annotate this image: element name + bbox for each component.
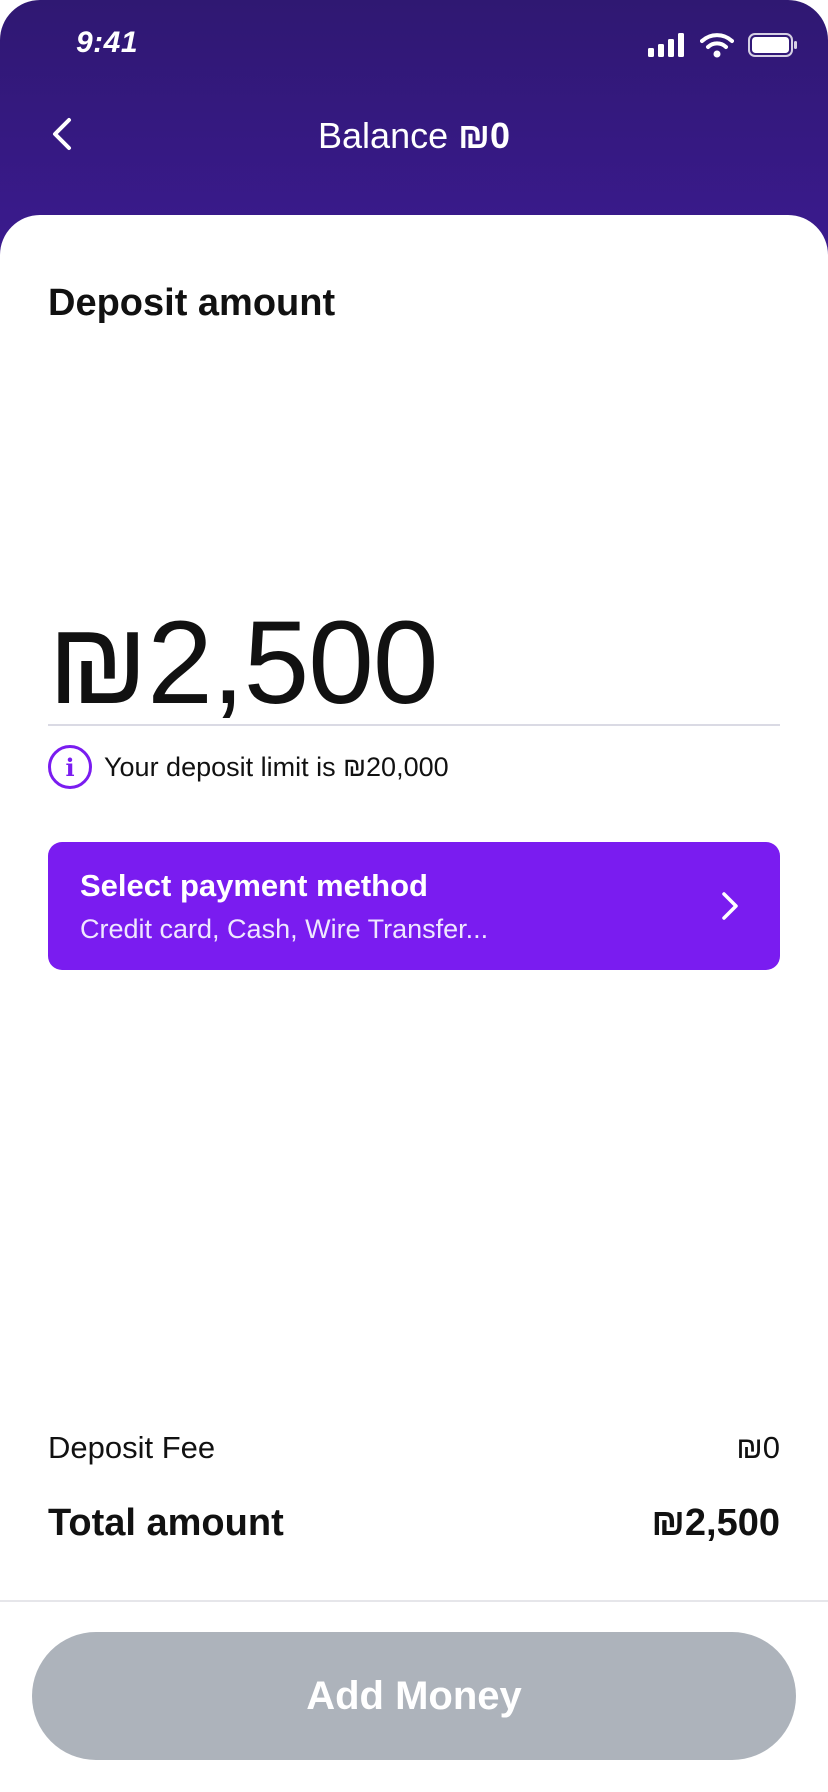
- payment-method-subtitle: Credit card, Cash, Wire Transfer...: [80, 914, 489, 944]
- battery-icon: [748, 33, 798, 57]
- deposit-limit-note: i Your deposit limit is ₪20,000: [48, 745, 449, 789]
- page-title: Balance ₪0: [0, 112, 828, 160]
- wifi-icon: [700, 32, 734, 58]
- amount-underline: [48, 724, 780, 726]
- status-time: 9:41: [76, 26, 139, 59]
- section-title: Deposit amount: [48, 282, 336, 324]
- deposit-amount-input[interactable]: ₪2,500: [48, 598, 438, 728]
- total-amount-label: Total amount: [48, 1502, 284, 1544]
- footer-divider: [0, 1600, 828, 1602]
- deposit-fee-label: Deposit Fee: [48, 1430, 216, 1465]
- deposit-limit-text: Your deposit limit is ₪20,000: [104, 751, 449, 782]
- deposit-fee-row: Deposit Fee ₪0: [48, 1430, 780, 1466]
- payment-method-title: Select payment method: [80, 868, 428, 903]
- select-payment-method-button[interactable]: Select payment method Credit card, Cash,…: [48, 842, 780, 970]
- app-screen: 9:41 Balance ₪0 Deposit amount ₪2,500 i …: [0, 0, 828, 1792]
- deposit-fee-value: ₪0: [736, 1430, 780, 1465]
- content-sheet: [0, 215, 828, 1792]
- balance-amount: ₪0: [458, 115, 510, 156]
- cellular-signal-icon: [648, 33, 686, 57]
- total-amount-value: ₪2,500: [651, 1502, 780, 1544]
- chevron-right-icon: [720, 890, 740, 927]
- title-prefix: Balance: [318, 115, 449, 156]
- add-money-button[interactable]: Add Money: [32, 1632, 796, 1760]
- info-icon: i: [48, 745, 92, 789]
- total-amount-row: Total amount ₪2,500: [48, 1502, 780, 1545]
- status-icons: [648, 32, 798, 58]
